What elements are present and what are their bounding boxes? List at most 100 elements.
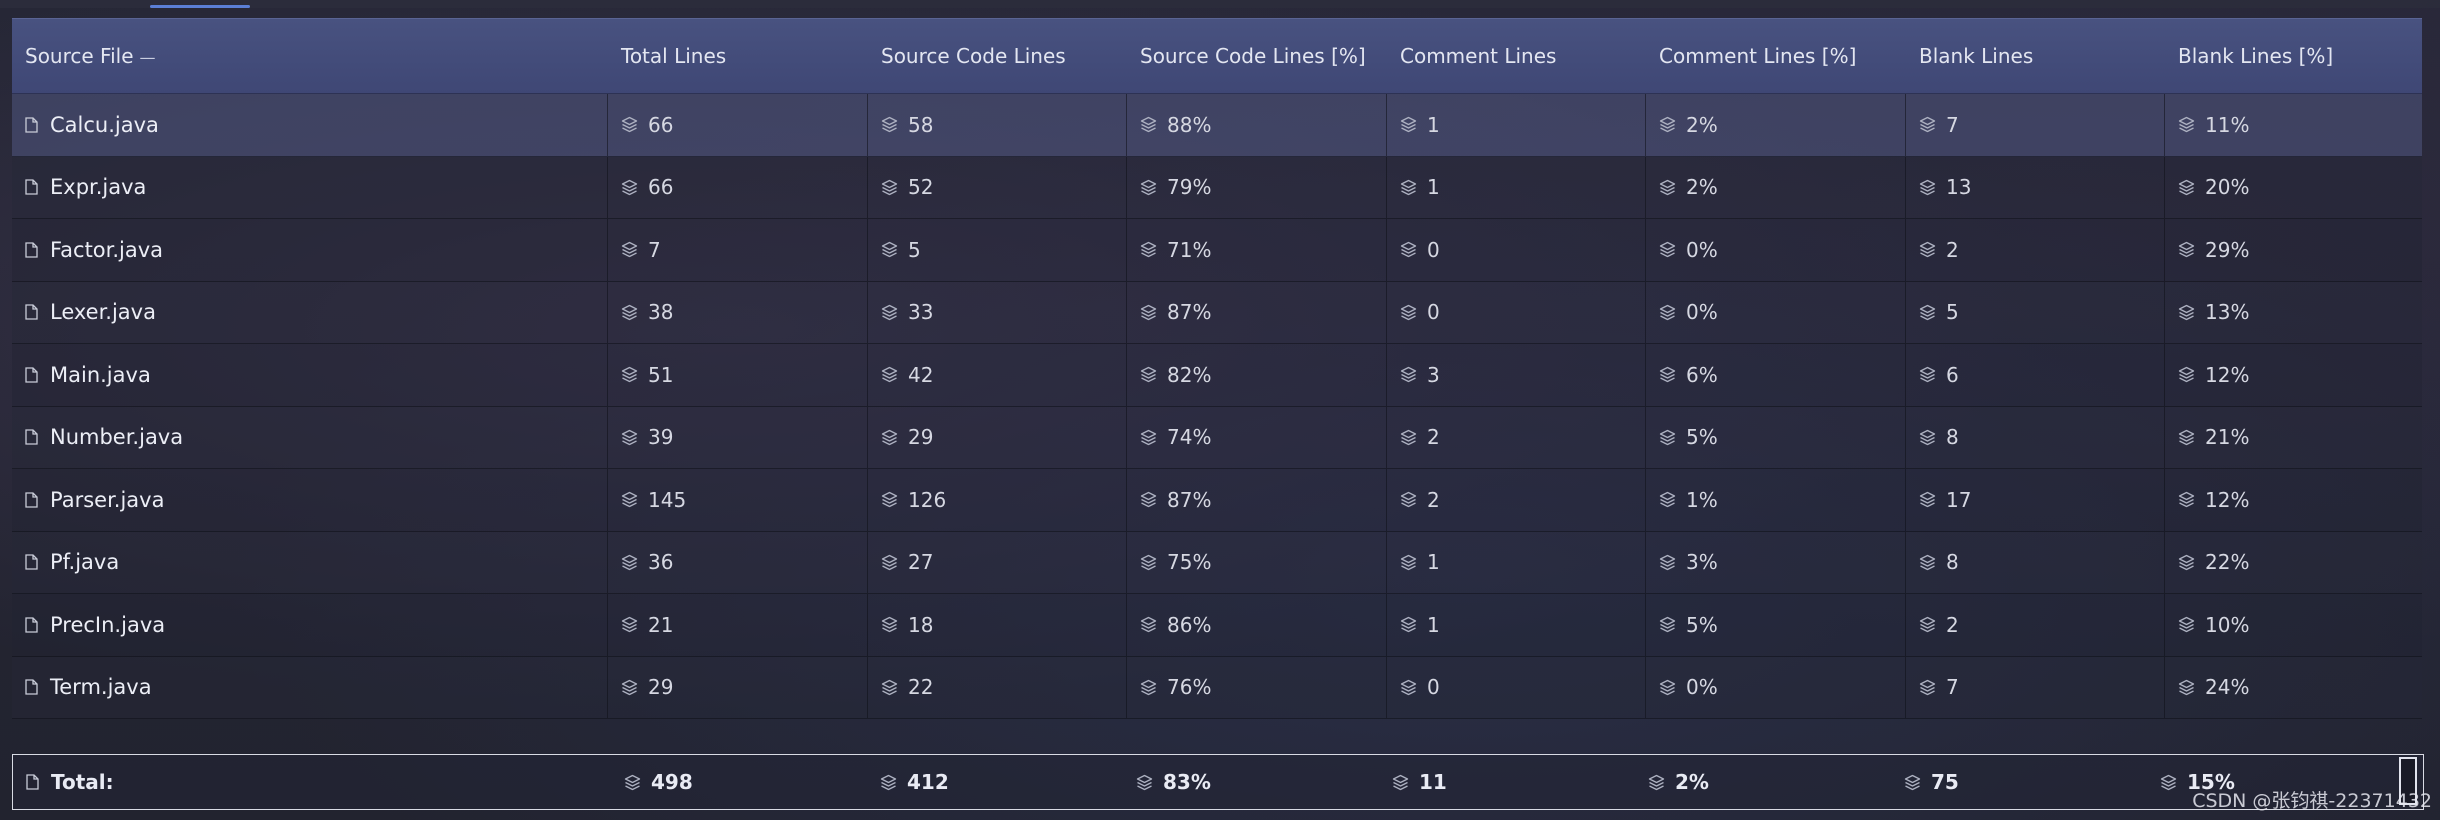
blank-lines-pct-value: 22%	[2205, 550, 2250, 575]
table-row[interactable]: Expr.java 66 52 79% 1 2% 13 20%	[12, 156, 2422, 219]
cell-comment-lines-pct: 3%	[1646, 531, 1906, 593]
blank-lines-pct-value: 24%	[2205, 675, 2250, 700]
cell-source-code-lines: 58	[868, 94, 1127, 156]
source-code-lines-pct-value: 88%	[1167, 112, 1212, 137]
layers-icon	[1400, 367, 1417, 383]
layers-icon	[1140, 117, 1157, 133]
header-blank-lines[interactable]: Blank Lines	[1906, 44, 2165, 68]
table-row[interactable]: Term.java 29 22 76% 0 0% 7 24%	[12, 656, 2422, 719]
cell-comment-lines-pct: 5%	[1646, 594, 1906, 656]
total-label-cell: Total:	[13, 770, 611, 794]
comment-lines-pct-value: 0%	[1686, 237, 1718, 262]
total-lines-value: 38	[648, 300, 674, 325]
source-code-lines-value: 27	[908, 550, 934, 575]
table-row[interactable]: Calcu.java 66 58 88% 1 2% 7 11%	[12, 94, 2422, 157]
layers-icon	[621, 117, 638, 133]
header-source-code-lines-pct[interactable]: Source Code Lines [%]	[1127, 44, 1387, 68]
layers-icon	[1392, 774, 1409, 790]
blank-lines-value: 5	[1946, 300, 1959, 325]
layers-icon	[1659, 242, 1676, 258]
source-code-lines-pct-value: 76%	[1167, 675, 1212, 700]
source-code-lines-value: 126	[908, 487, 947, 512]
layers-icon	[1400, 179, 1417, 195]
blank-lines-pct-value: 20%	[2205, 175, 2250, 200]
total-lines-value: 498	[651, 770, 693, 794]
file-name: Pf.java	[50, 550, 120, 575]
layers-icon	[1919, 679, 1936, 695]
comment-lines-pct-value: 1%	[1686, 487, 1718, 512]
layers-icon	[881, 304, 898, 320]
file-icon	[25, 117, 38, 133]
table-row[interactable]: Number.java 39 29 74% 2 5% 8 21%	[12, 406, 2422, 469]
cell-source-code-lines: 126	[868, 469, 1127, 531]
comment-lines-pct-value: 2%	[1686, 112, 1718, 137]
header-source-code-lines[interactable]: Source Code Lines	[868, 44, 1127, 68]
layers-icon	[2178, 242, 2195, 258]
table-row[interactable]: Pf.java 36 27 75% 1 3% 8 22%	[12, 531, 2422, 594]
layers-icon	[621, 367, 638, 383]
table-row[interactable]: Lexer.java 38 33 87% 0 0% 5 13%	[12, 281, 2422, 344]
file-name: Term.java	[50, 675, 152, 700]
cell-blank-lines-pct: 24%	[2165, 657, 2422, 719]
source-code-lines-value: 58	[908, 112, 934, 137]
comment-lines-pct-value: 2%	[1686, 175, 1718, 200]
layers-icon	[1400, 492, 1417, 508]
layers-icon	[621, 304, 638, 320]
cell-blank-lines: 2	[1906, 219, 2165, 281]
cell-comment-lines-pct: 0%	[1646, 219, 1906, 281]
layers-icon	[2178, 179, 2195, 195]
file-name: Main.java	[50, 362, 151, 387]
cell-blank-lines: 6	[1906, 344, 2165, 406]
blank-lines-value: 17	[1946, 487, 1972, 512]
layers-icon	[1919, 304, 1936, 320]
header-comment-lines[interactable]: Comment Lines	[1387, 44, 1646, 68]
source-code-lines-pct-value: 87%	[1167, 300, 1212, 325]
comment-lines-pct-value: 5%	[1686, 612, 1718, 637]
table-row[interactable]: PrecIn.java 21 18 86% 1 5% 2 10%	[12, 594, 2422, 657]
cell-source-file: Main.java	[12, 344, 608, 406]
cell-comment-lines-pct: 6%	[1646, 344, 1906, 406]
cell-comment-lines: 0	[1387, 656, 1646, 718]
header-total-lines[interactable]: Total Lines	[608, 44, 868, 68]
total-code-pct-value: 83%	[1163, 770, 1211, 794]
header-source-file[interactable]: Source File —	[12, 44, 608, 68]
cell-total-lines: 7	[608, 219, 868, 281]
table-row[interactable]: Main.java 51 42 82% 3 6% 6 12%	[12, 344, 2422, 407]
file-icon	[25, 429, 38, 445]
comment-lines-value: 1	[1427, 112, 1440, 137]
file-icon	[25, 179, 38, 195]
total-label: Total:	[51, 770, 114, 794]
cell-source-file: Parser.java	[12, 469, 608, 531]
comment-lines-value: 3	[1427, 362, 1440, 387]
table-row[interactable]: Parser.java 145 126 87% 2 1% 17 12%	[12, 469, 2422, 532]
file-name: Lexer.java	[50, 300, 156, 325]
total-lines-value: 7	[648, 237, 661, 262]
cell-source-code-lines-pct: 75%	[1127, 531, 1387, 593]
layers-icon	[880, 774, 897, 790]
layers-icon	[1659, 179, 1676, 195]
total-code-cell: 412	[867, 770, 1123, 794]
layers-icon	[2178, 617, 2195, 633]
header-blank-lines-pct[interactable]: Blank Lines [%]	[2165, 44, 2422, 68]
total-row[interactable]: Total: 498 412 83% 11 2% 75 15%	[12, 754, 2424, 810]
header-comment-lines-pct[interactable]: Comment Lines [%]	[1646, 44, 1906, 68]
layers-icon	[1140, 679, 1157, 695]
layers-icon	[1136, 774, 1153, 790]
layers-icon	[881, 367, 898, 383]
cell-source-file: Factor.java	[12, 219, 608, 281]
layers-icon	[1400, 429, 1417, 445]
table-row[interactable]: Factor.java 7 5 71% 0 0% 2 29%	[12, 219, 2422, 282]
layers-icon	[881, 242, 898, 258]
cell-total-lines: 21	[608, 594, 868, 656]
source-code-lines-value: 52	[908, 175, 934, 200]
blank-lines-value: 8	[1946, 550, 1959, 575]
cell-total-lines: 51	[608, 344, 868, 406]
cell-comment-lines-pct: 2%	[1646, 156, 1906, 218]
total-code-pct-cell: 83%	[1123, 770, 1379, 794]
comment-lines-value: 0	[1427, 237, 1440, 262]
blank-lines-value: 2	[1946, 612, 1959, 637]
comment-lines-pct-value: 0%	[1686, 675, 1718, 700]
layers-icon	[1400, 117, 1417, 133]
blank-lines-pct-value: 29%	[2205, 237, 2250, 262]
cell-total-lines: 66	[608, 156, 868, 218]
